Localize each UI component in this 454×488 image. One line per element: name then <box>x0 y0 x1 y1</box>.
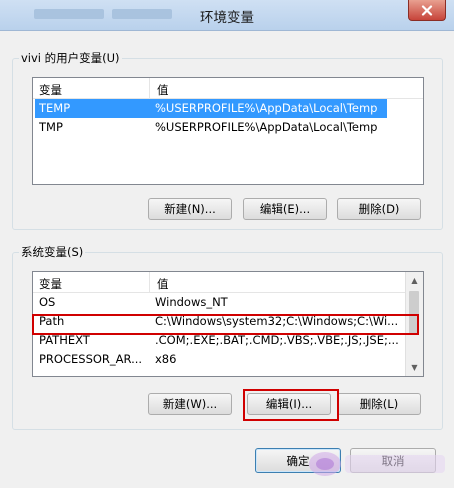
table-row[interactable]: TEMP %USERPROFILE%\AppData\Local\Temp <box>35 99 387 118</box>
list-header: 变量 值 <box>33 272 423 293</box>
column-header-variable[interactable]: 变量 <box>39 82 62 98</box>
title-bar[interactable]: 环境变量 <box>0 0 454 31</box>
window-title: 环境变量 <box>200 10 254 26</box>
variable-name-cell: TMP <box>39 120 63 134</box>
user-variables-legend: vivi 的用户变量(U) <box>21 51 120 65</box>
edit-user-variable-button[interactable]: 编辑(E)... <box>243 198 327 220</box>
variable-name-cell: Path <box>39 314 65 328</box>
variable-name-cell: PROCESSOR_AR... <box>39 352 143 366</box>
variable-name-cell: TEMP <box>39 101 71 115</box>
table-row[interactable]: TMP %USERPROFILE%\AppData\Local\Temp <box>35 118 423 137</box>
variable-name-cell: OS <box>39 295 56 309</box>
variable-value-cell: Windows_NT <box>155 295 228 309</box>
table-row[interactable]: PATHEXT .COM;.EXE;.BAT;.CMD;.VBS;.VBE;.J… <box>35 331 423 350</box>
variable-value-cell: %USERPROFILE%\AppData\Local\Temp <box>155 120 378 134</box>
table-row[interactable]: Path C:\Windows\system32;C:\Windows;C:\W… <box>35 312 423 331</box>
column-header-value[interactable]: 值 <box>157 276 169 292</box>
scroll-down-arrow-icon[interactable]: ▼ <box>406 359 423 376</box>
watermark-logo <box>309 452 445 476</box>
delete-user-variable-button[interactable]: 删除(D) <box>337 198 421 220</box>
new-user-variable-button[interactable]: 新建(N)... <box>148 198 232 220</box>
variable-value-cell: C:\Windows\system32;C:\Windows;C:\Wi... <box>155 314 399 328</box>
close-icon <box>421 4 433 16</box>
close-button[interactable] <box>408 0 446 21</box>
variable-value-cell: %USERPROFILE%\AppData\Local\Temp <box>155 101 378 115</box>
variable-value-cell: x86 <box>155 352 177 366</box>
list-header: 变量 值 <box>33 78 423 99</box>
delete-system-variable-button[interactable]: 删除(L) <box>337 393 421 415</box>
new-system-variable-button[interactable]: 新建(W)... <box>148 393 232 415</box>
edit-system-variable-button[interactable]: 编辑(I)... <box>247 393 331 415</box>
column-header-value[interactable]: 值 <box>157 82 169 98</box>
system-variables-legend: 系统变量(S) <box>21 245 84 259</box>
user-variables-list[interactable]: 变量 值 TEMP %USERPROFILE%\AppData\Local\Te… <box>32 77 424 185</box>
variable-value-cell: .COM;.EXE;.BAT;.CMD;.VBS;.VBE;.JS;.JSE;.… <box>155 333 399 347</box>
scroll-thumb[interactable] <box>409 291 419 335</box>
column-header-variable[interactable]: 变量 <box>39 276 62 292</box>
scroll-up-arrow-icon[interactable]: ▲ <box>406 272 423 289</box>
system-variables-list[interactable]: 变量 值 OS Windows_NT Path C:\Windows\syste… <box>32 271 424 377</box>
vertical-scrollbar[interactable]: ▲ ▼ <box>405 272 423 376</box>
variable-name-cell: PATHEXT <box>39 333 90 347</box>
table-row[interactable]: PROCESSOR_AR... x86 <box>35 350 423 369</box>
table-row[interactable]: OS Windows_NT <box>35 293 423 312</box>
